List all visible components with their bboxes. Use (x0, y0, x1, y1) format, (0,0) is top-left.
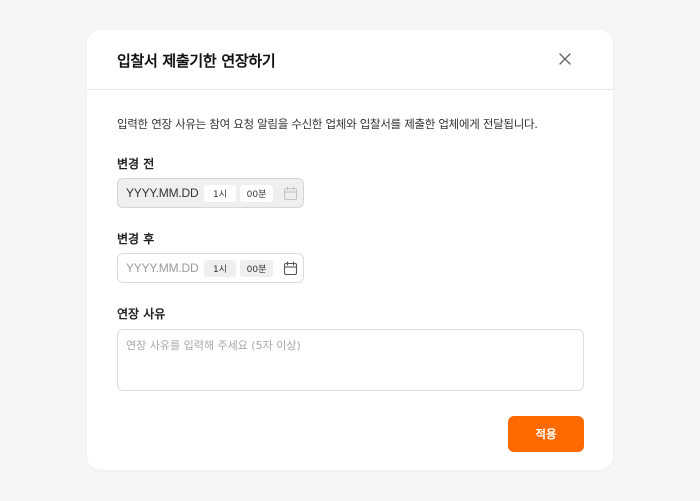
after-hour-select[interactable]: 1시 (204, 260, 236, 277)
calendar-icon[interactable] (283, 261, 298, 276)
close-button[interactable] (557, 51, 573, 67)
after-minute-select[interactable]: 00분 (240, 260, 273, 277)
before-date-field: YYYY.MM.DD 1시 00분 (117, 178, 304, 208)
extension-dialog: 입찰서 제출기한 연장하기 입력한 연장 사유는 참여 요청 알림을 수신한 업… (87, 30, 613, 470)
before-label: 변경 전 (117, 157, 155, 171)
reason-label: 연장 사유 (117, 307, 166, 321)
calendar-icon (283, 186, 298, 201)
after-date-input[interactable]: YYYY.MM.DD (126, 261, 199, 275)
after-date-field[interactable]: YYYY.MM.DD 1시 00분 (117, 253, 304, 283)
reason-textarea[interactable] (117, 329, 584, 391)
dialog-description: 입력한 연장 사유는 참여 요청 알림을 수신한 업체와 입찰서를 제출한 업체… (117, 117, 538, 131)
before-date-value: YYYY.MM.DD (126, 186, 199, 200)
before-minute-select: 00분 (240, 185, 273, 202)
apply-button[interactable]: 적용 (508, 416, 584, 452)
before-hour-select: 1시 (204, 185, 236, 202)
dialog-title: 입찰서 제출기한 연장하기 (117, 52, 276, 70)
after-label: 변경 후 (117, 232, 155, 246)
dialog-header: 입찰서 제출기한 연장하기 (87, 30, 613, 90)
close-icon (559, 53, 571, 65)
